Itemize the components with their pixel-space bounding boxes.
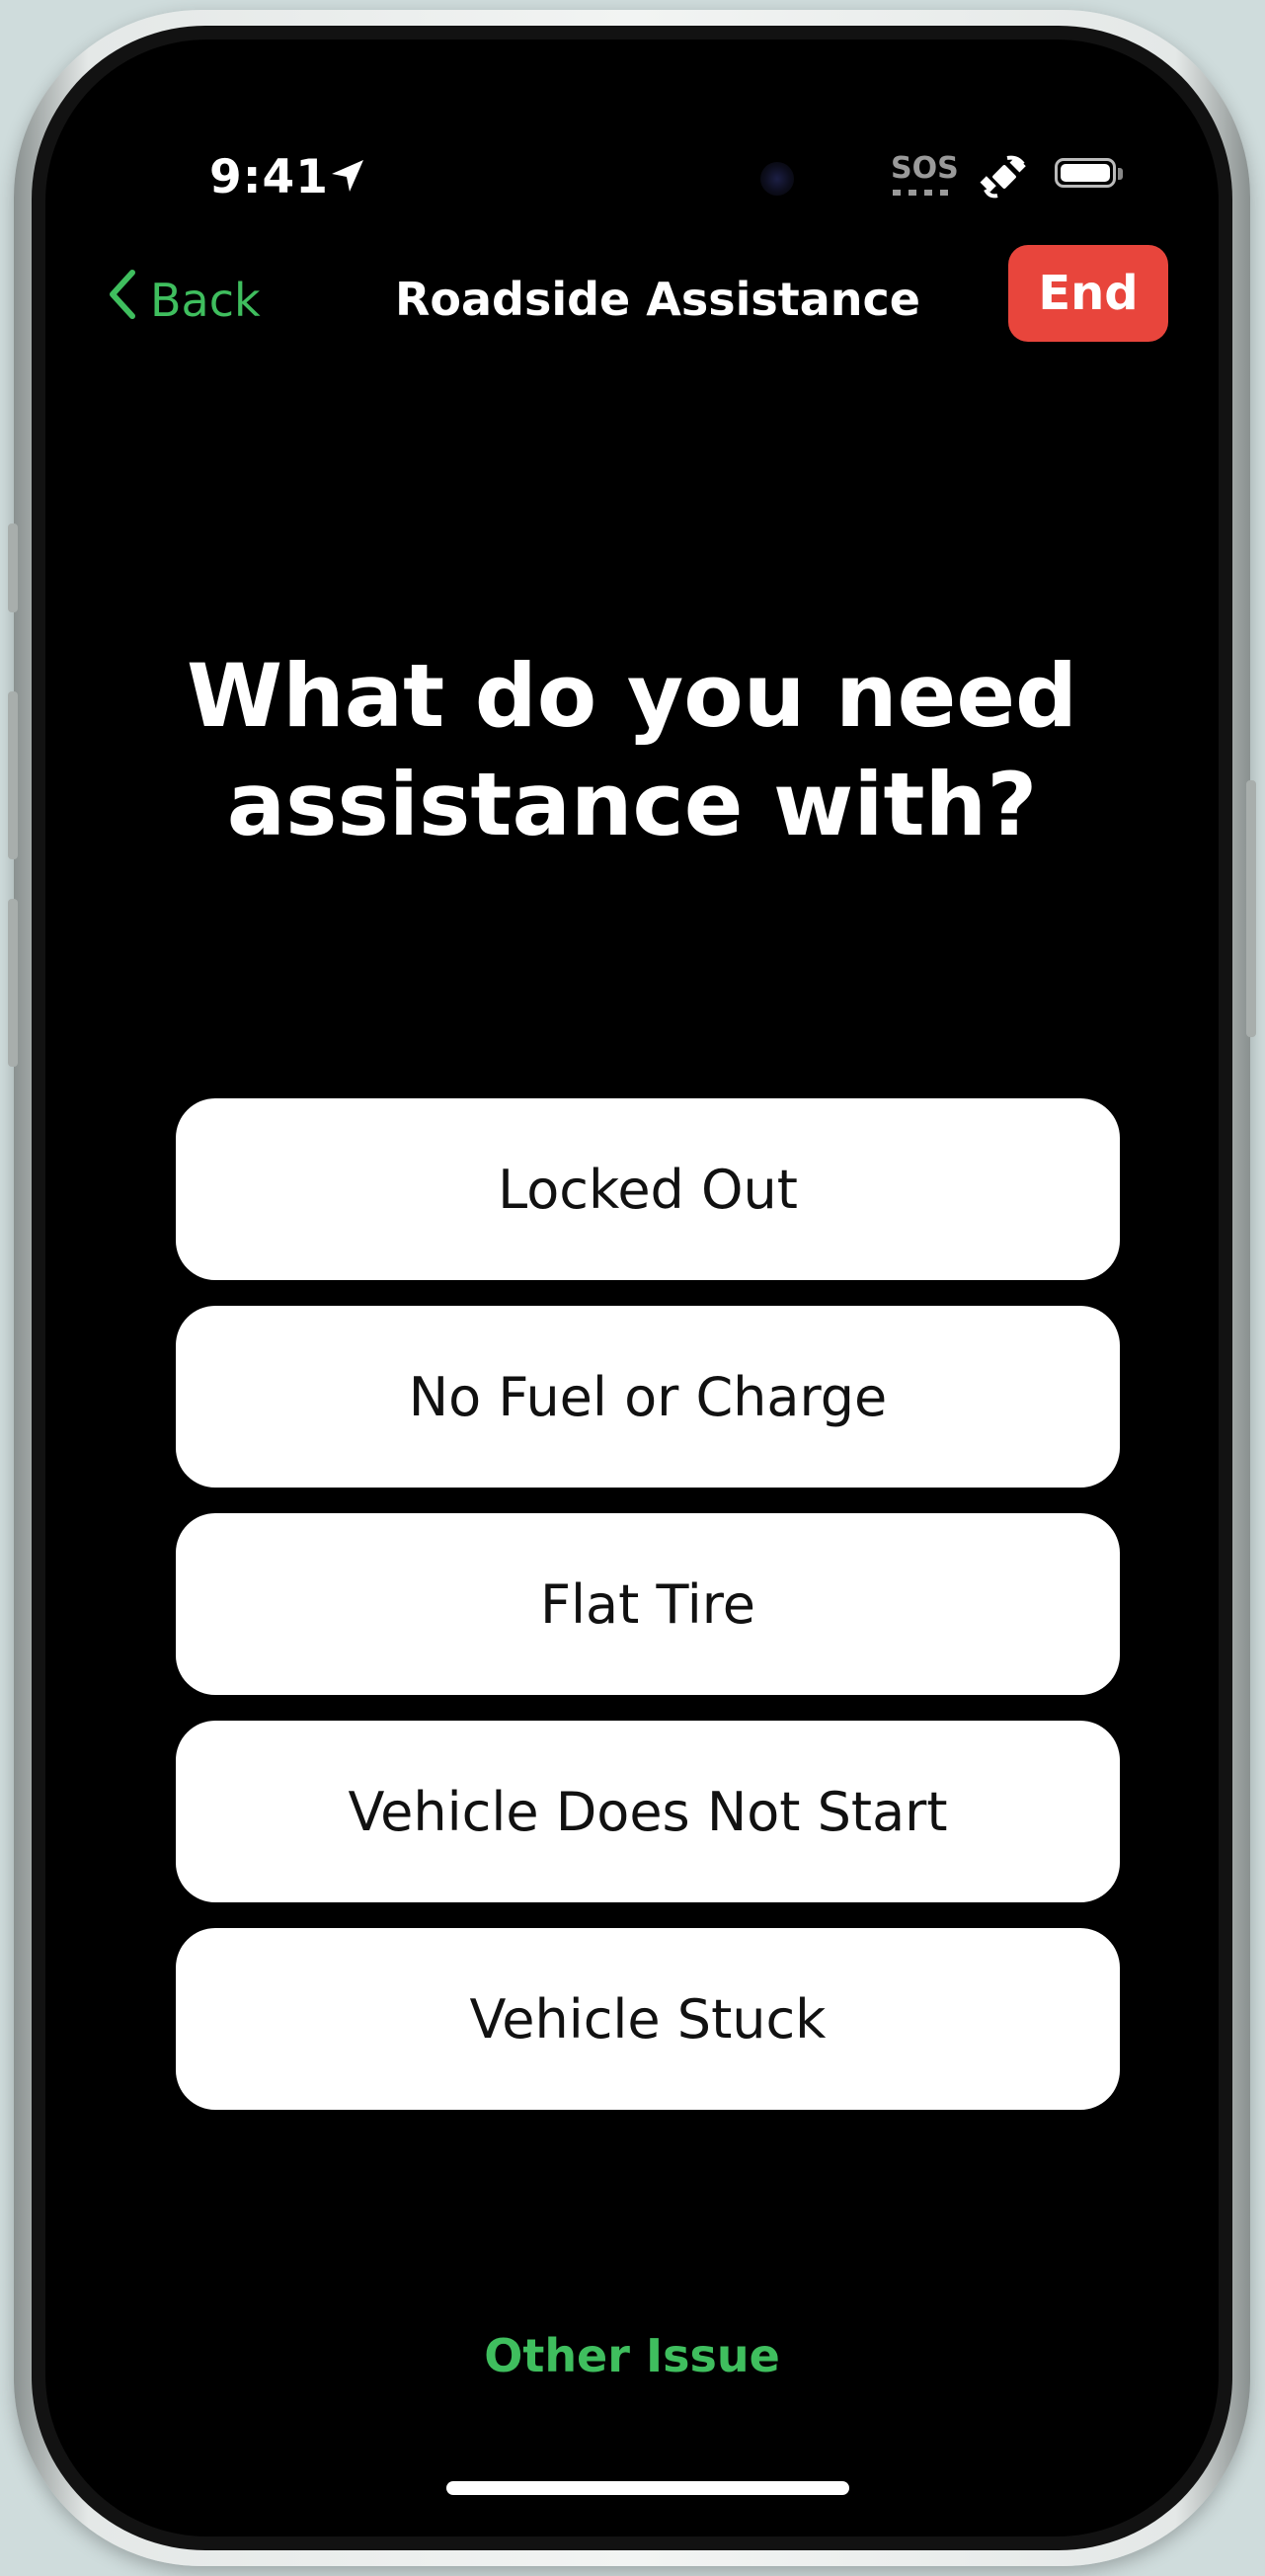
question-line-1: What do you need bbox=[187, 645, 1077, 747]
option-flat-tire[interactable]: Flat Tire bbox=[176, 1513, 1120, 1695]
location-arrow-icon bbox=[328, 156, 367, 200]
sos-label: SOS bbox=[891, 151, 959, 186]
satellite-icon bbox=[978, 150, 1035, 205]
other-issue-link[interactable]: Other Issue bbox=[342, 2329, 922, 2382]
option-vehicle-stuck[interactable]: Vehicle Stuck bbox=[176, 1928, 1120, 2110]
action-button bbox=[8, 523, 18, 612]
front-camera bbox=[760, 162, 794, 196]
options-list: Locked Out No Fuel or Charge Flat Tire V… bbox=[176, 1098, 1120, 2135]
end-button[interactable]: End bbox=[1008, 245, 1168, 342]
battery-icon bbox=[1055, 158, 1116, 188]
phone-bezel: 9:41 SOS Back Roadside Assistance End Wh… bbox=[32, 26, 1232, 2550]
battery-cap bbox=[1118, 168, 1123, 180]
question-heading: What do you need assistance with? bbox=[124, 642, 1140, 859]
question-line-2: assistance with? bbox=[226, 754, 1038, 855]
back-label: Back bbox=[150, 273, 261, 327]
volume-down-button bbox=[8, 899, 18, 1067]
page-title: Roadside Assistance bbox=[394, 273, 921, 326]
volume-up-button bbox=[8, 691, 18, 859]
power-button bbox=[1246, 780, 1256, 1037]
option-vehicle-does-not-start[interactable]: Vehicle Does Not Start bbox=[176, 1721, 1120, 1902]
screen: 9:41 SOS Back Roadside Assistance End Wh… bbox=[45, 40, 1219, 2536]
sos-signal-dots bbox=[893, 190, 950, 196]
chevron-left-icon bbox=[107, 269, 136, 331]
option-no-fuel-or-charge[interactable]: No Fuel or Charge bbox=[176, 1306, 1120, 1488]
status-time: 9:41 bbox=[209, 150, 329, 204]
back-button[interactable]: Back bbox=[107, 269, 261, 331]
home-indicator[interactable] bbox=[446, 2481, 849, 2495]
phone-frame: 9:41 SOS Back Roadside Assistance End Wh… bbox=[8, 10, 1256, 2566]
option-locked-out[interactable]: Locked Out bbox=[176, 1098, 1120, 1280]
battery-level bbox=[1061, 164, 1110, 182]
